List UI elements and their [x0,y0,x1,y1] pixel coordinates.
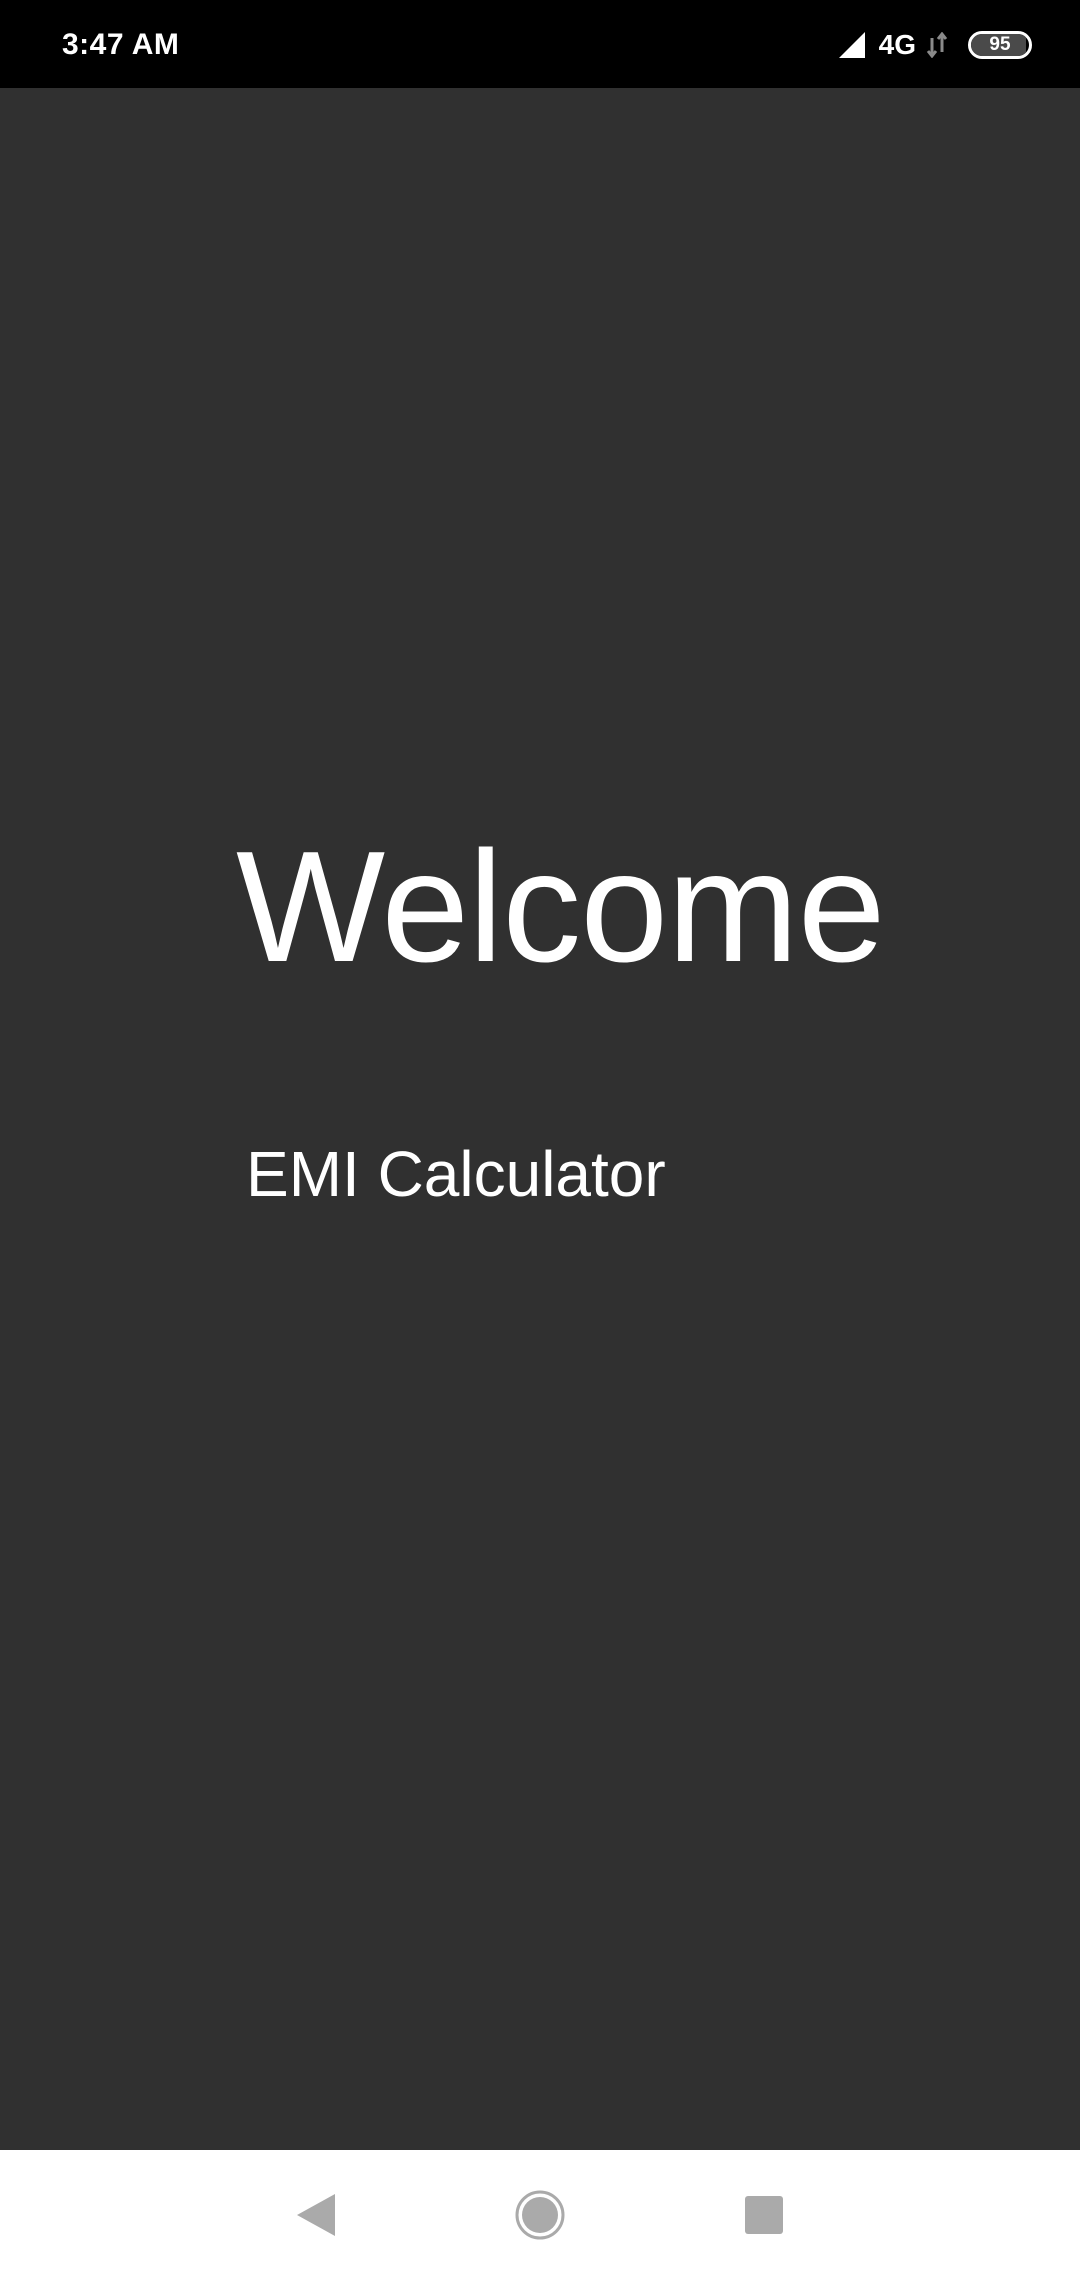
status-icons: 4G 95 [838,24,1032,66]
back-icon [295,2192,337,2238]
navigation-bar [0,2150,1080,2280]
welcome-title: Welcome [236,819,886,995]
back-button[interactable] [256,2150,376,2280]
data-transfer-icon [926,32,948,58]
battery-icon: 95 [968,31,1032,59]
status-time: 3:47 AM [62,28,180,61]
recents-button[interactable] [704,2150,824,2280]
main-content: Welcome EMI Calculator [0,88,1080,2150]
home-icon [514,2189,566,2241]
app-subtitle: EMI Calculator [246,1138,666,1210]
recents-icon [744,2195,784,2235]
battery-level-text: 95 [989,34,1011,55]
network-type-label: 4G [878,29,916,60]
home-button[interactable] [480,2150,600,2280]
signal-icon [838,32,865,58]
screen: 3:47 AM 4G 95 Welcome EMI Calculator [0,0,1080,2280]
status-bar: 3:47 AM 4G 95 [0,0,1080,88]
